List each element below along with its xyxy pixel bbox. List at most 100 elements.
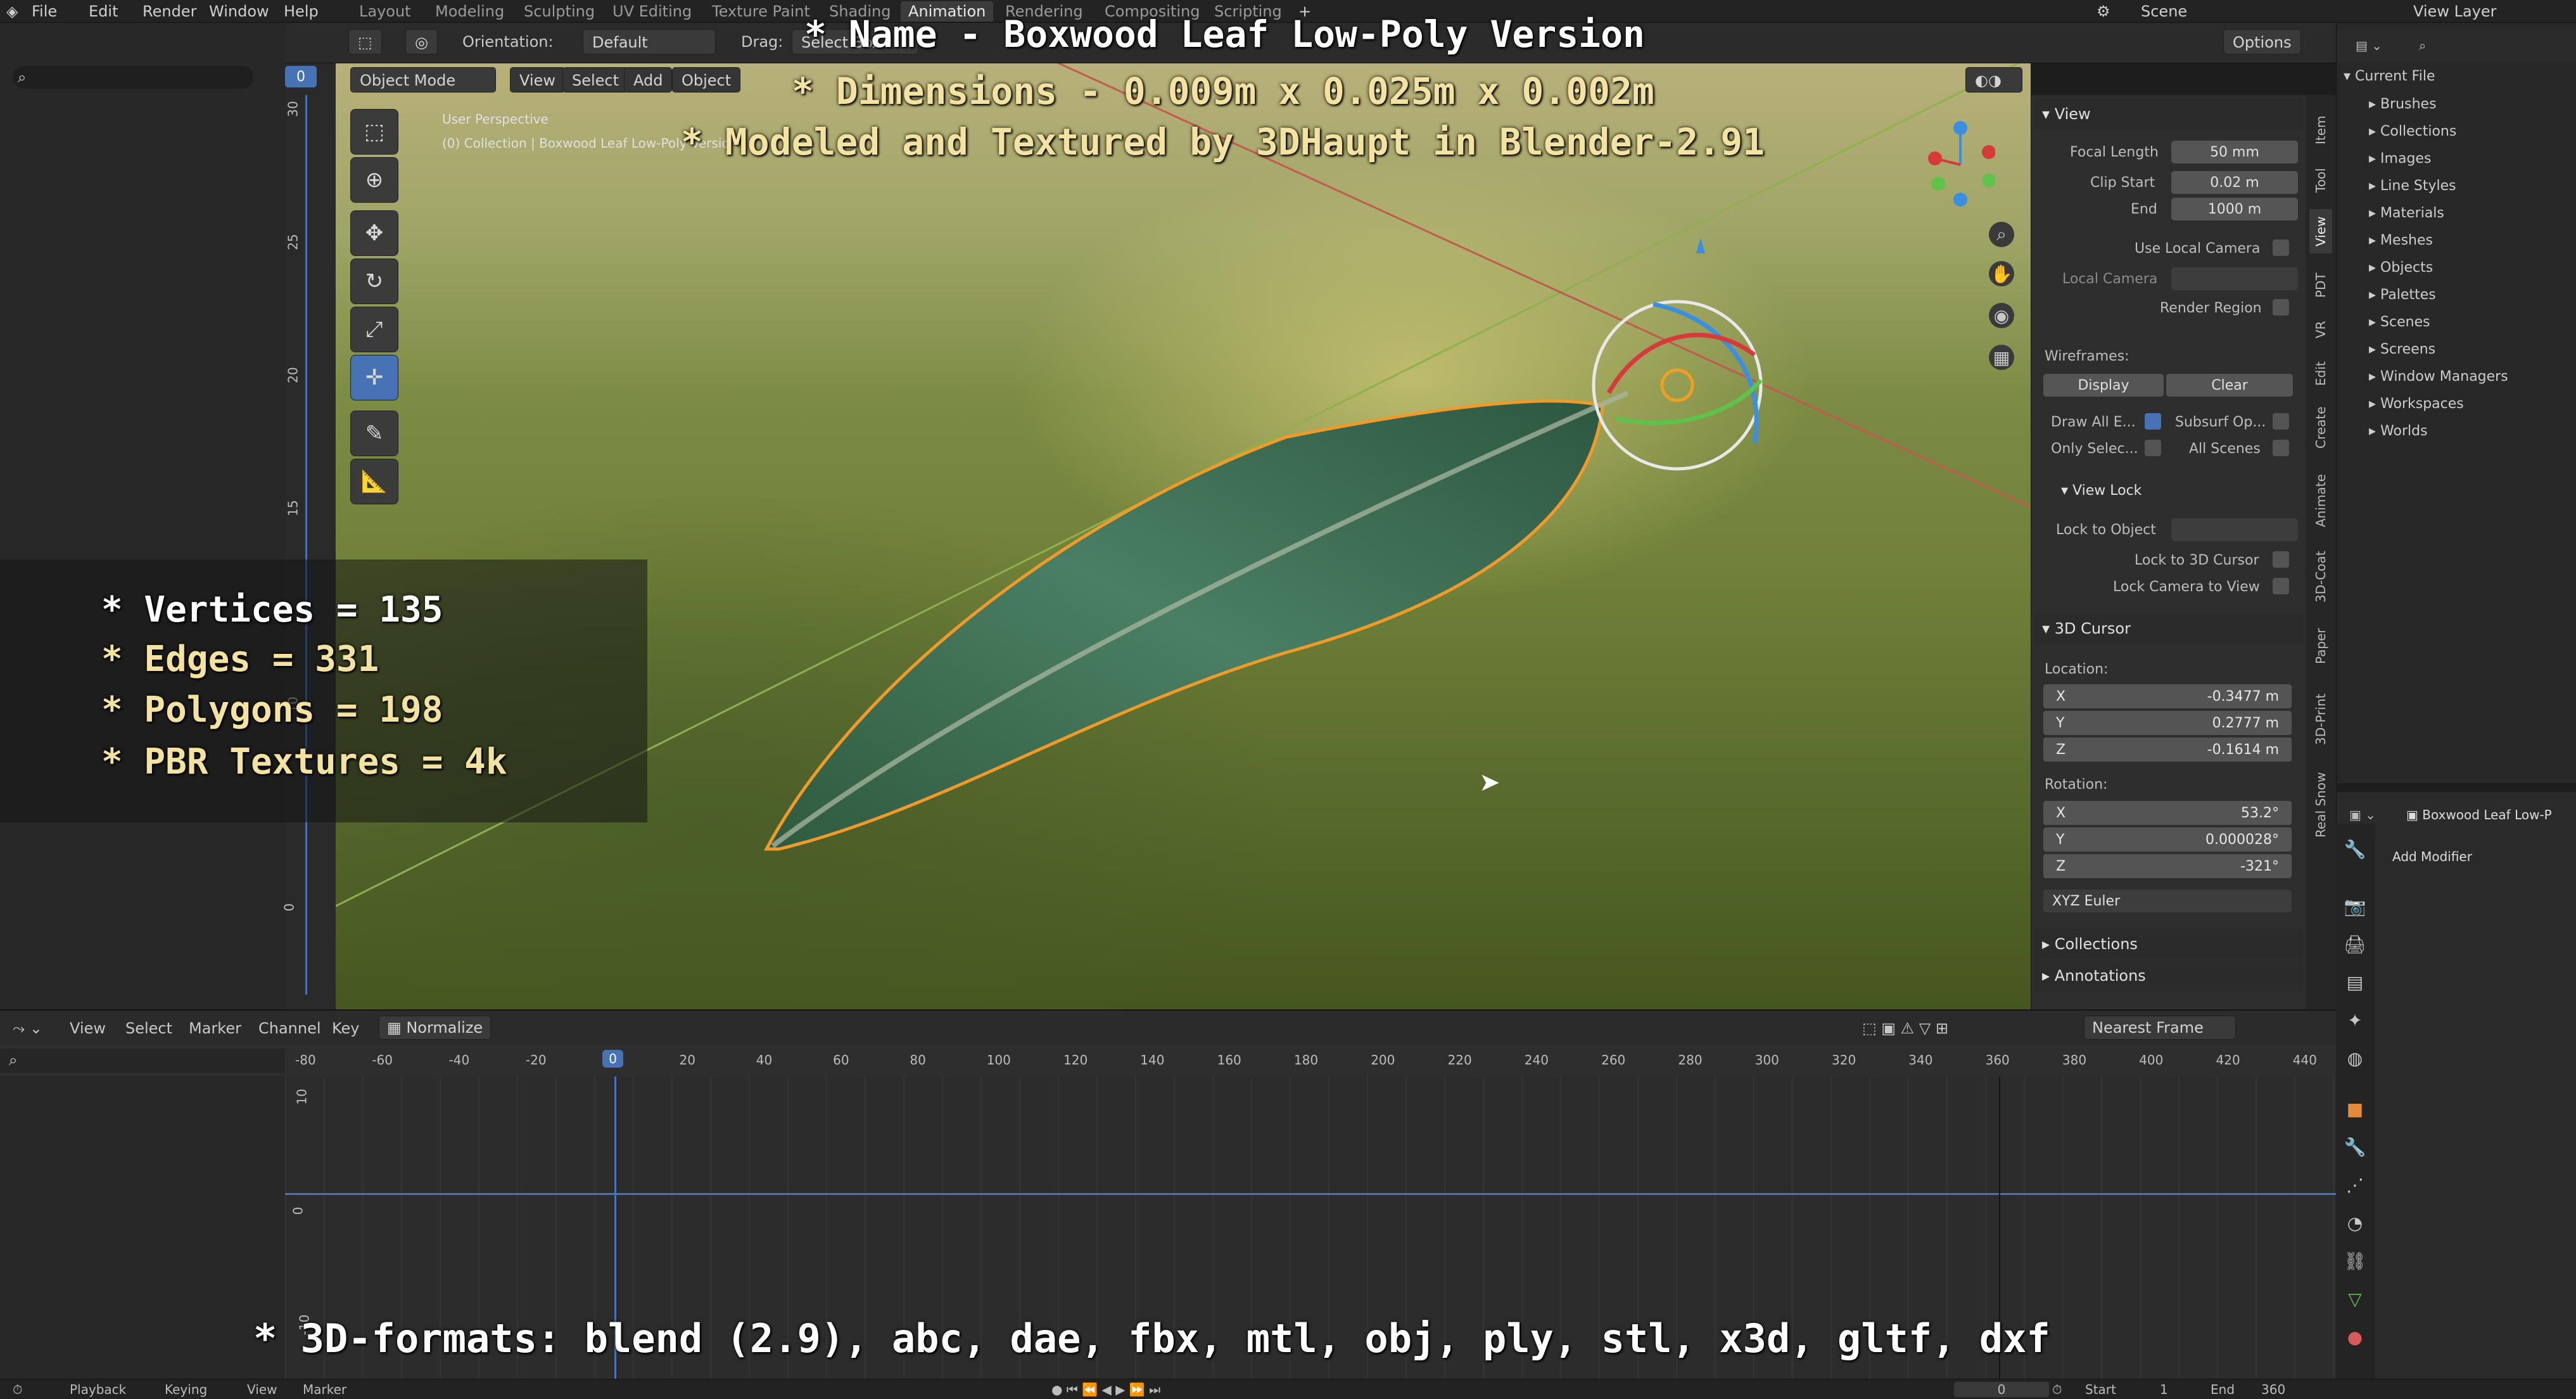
lock-camera-to-view-checkbox[interactable] [2273, 578, 2289, 594]
transform-pivot-icon[interactable]: ◎ [405, 29, 438, 54]
view-lock-subheader[interactable]: ▾ View Lock [2061, 483, 2141, 499]
cursor-rotation-z[interactable]: Z -321° [2043, 854, 2292, 878]
cursor-location-z[interactable]: Z -0.1614 m [2043, 738, 2292, 762]
scene-props-icon[interactable]: ✦ [2342, 1007, 2368, 1033]
focal-length-field[interactable]: 50 mm [2171, 141, 2298, 163]
tab-texture-paint[interactable]: Texture Paint [704, 1, 818, 22]
annotations-section-header[interactable]: ▸ Annotations [2033, 961, 2303, 991]
subsurf-checkbox[interactable] [2273, 413, 2289, 430]
object-mode-dropdown[interactable]: Object Mode [350, 67, 496, 93]
shading-mode-icons[interactable]: ◐◑ [1965, 67, 2022, 93]
3d-cursor-section-header[interactable]: ▾ 3D Cursor [2033, 613, 2303, 644]
outliner-root[interactable]: ▾ Current File [2344, 68, 2435, 84]
playback-menu[interactable]: Playback [70, 1382, 126, 1397]
tab-paper[interactable]: Paper [2309, 621, 2332, 672]
view-layer-name[interactable]: View Layer [2413, 3, 2497, 20]
use-local-camera-checkbox[interactable] [2273, 240, 2289, 256]
material-props-icon[interactable]: ● [2342, 1324, 2368, 1350]
timeline-menu-key[interactable]: Key [332, 1019, 360, 1037]
all-scenes-checkbox[interactable] [2273, 440, 2289, 456]
normalize-toggle[interactable]: ▦ Normalize [379, 1016, 492, 1040]
menu-edit[interactable]: Edit [89, 3, 118, 20]
clip-end-field[interactable]: 1000 m [2171, 198, 2298, 220]
tab-edit[interactable]: Edit [2309, 355, 2332, 393]
menu-view[interactable]: View [510, 67, 565, 93]
outliner-item-worlds[interactable]: ▸ Worlds [2369, 423, 2428, 439]
tab-pdt[interactable]: PDT [2309, 266, 2332, 304]
world-props-icon[interactable]: ◍ [2342, 1045, 2368, 1071]
camera-view-icon[interactable]: ◉ [1989, 303, 2014, 328]
outliner-item-window-managers[interactable]: ▸ Window Managers [2369, 369, 2508, 385]
display-button[interactable]: Display [2043, 374, 2164, 397]
lock-to-object-field[interactable] [2171, 518, 2298, 541]
filter-icons[interactable]: ⬚ ▣ ⚠ ▽ ⊞ [1862, 1019, 1948, 1037]
rotation-mode-dropdown[interactable]: XYZ Euler [2043, 890, 2292, 912]
clip-start-field[interactable]: 0.02 m [2171, 171, 2298, 194]
tab-vr[interactable]: VR [2309, 314, 2332, 345]
render-props-icon[interactable]: 📷 [2342, 893, 2368, 919]
transform-tool-icon[interactable]: ✛ [350, 355, 398, 400]
3d-viewport[interactable]: User Perspective (0) Collection | Boxwoo… [336, 63, 2031, 1009]
tab-create[interactable]: Create [2309, 399, 2332, 456]
start-field[interactable]: 1 [2160, 1382, 2168, 1397]
menu-add[interactable]: Add [624, 67, 673, 93]
editor-type-icon[interactable]: ▣ ⌄ [2349, 807, 2376, 822]
options-dropdown[interactable]: Options [2223, 29, 2301, 54]
tab-view[interactable]: View [2309, 209, 2332, 253]
outliner-item-collections[interactable]: ▸ Collections [2369, 124, 2456, 139]
outliner-item-workspaces[interactable]: ▸ Workspaces [2369, 396, 2464, 412]
outliner-item-meshes[interactable]: ▸ Meshes [2369, 233, 2433, 248]
timeline-menu-select[interactable]: Select [125, 1019, 172, 1037]
menu-select[interactable]: Select [562, 67, 629, 93]
particles-props-icon[interactable]: ⋰ [2342, 1172, 2368, 1198]
pan-hand-icon[interactable]: ✋ [1989, 261, 2014, 286]
outliner-item-palettes[interactable]: ▸ Palettes [2369, 287, 2436, 303]
current-frame-field[interactable]: 0 [1954, 1382, 2049, 1397]
menu-window[interactable]: Window [209, 3, 269, 20]
only-selected-checkbox[interactable] [2145, 440, 2161, 456]
cursor-location-y[interactable]: Y 0.2777 m [2043, 711, 2292, 735]
scene-icon[interactable]: ⚙ [2097, 3, 2110, 20]
tab-modeling[interactable]: Modeling [428, 1, 512, 22]
outliner-item-screens[interactable]: ▸ Screens [2369, 342, 2435, 357]
lock-to-cursor-checkbox[interactable] [2273, 551, 2289, 568]
tab-tool[interactable]: Tool [2309, 158, 2332, 203]
measure-tool-icon[interactable]: 📐 [350, 459, 398, 504]
local-camera-field[interactable] [2171, 267, 2298, 290]
tab-layout[interactable]: Layout [352, 1, 419, 22]
annotate-tool-icon[interactable]: ✎ [350, 411, 398, 456]
view-layer-props-icon[interactable]: ▤ [2342, 969, 2368, 995]
rotate-tool-icon[interactable]: ↻ [350, 259, 398, 304]
output-props-icon[interactable]: 🖨 [2342, 931, 2368, 957]
draw-all-edges-checkbox[interactable] [2145, 413, 2161, 430]
navigation-gizmo[interactable] [1926, 120, 1996, 209]
view-menu[interactable]: View [247, 1382, 277, 1397]
editor-type-icon[interactable]: ⏱ [13, 1382, 23, 1397]
outliner-item-line-styles[interactable]: ▸ Line Styles [2369, 178, 2456, 194]
editor-type-icon[interactable]: ⤳ ⌄ [13, 1019, 42, 1037]
timeline-menu-channel[interactable]: Channel [258, 1019, 321, 1037]
tab-3d-print[interactable]: 3D-Print [2309, 684, 2332, 754]
select-tool-icon[interactable]: ⬚ [350, 109, 398, 155]
zoom-icon[interactable]: ⌕ [1989, 222, 2014, 247]
constraints-props-icon[interactable]: ⛓ [2342, 1248, 2368, 1274]
end-field[interactable]: 360 [2261, 1382, 2285, 1397]
cursor-tool-icon[interactable]: ⊕ [350, 157, 398, 203]
marker-menu[interactable]: Marker [303, 1382, 346, 1397]
menu-help[interactable]: Help [284, 3, 319, 20]
add-modifier-button[interactable]: Add Modifier [2392, 849, 2472, 864]
left-search-field[interactable] [13, 66, 253, 89]
tab-sculpting[interactable]: Sculpting [516, 1, 602, 22]
snap-dropdown[interactable]: Nearest Frame [2084, 1016, 2236, 1040]
tab-3d-coat[interactable]: 3D-Coat [2309, 545, 2332, 608]
menu-object[interactable]: Object [672, 67, 741, 93]
timeline-menu-view[interactable]: View [70, 1019, 106, 1037]
physics-props-icon[interactable]: ◔ [2342, 1210, 2368, 1236]
modifier-props-icon[interactable]: 🔧 [2342, 1134, 2368, 1159]
ortho-grid-icon[interactable]: ▦ [1989, 345, 2014, 370]
scene-name[interactable]: Scene [2141, 3, 2187, 20]
blender-logo-icon[interactable]: ◈ [6, 3, 18, 20]
cursor-rotation-x[interactable]: X 53.2° [2043, 801, 2292, 825]
filter-icon[interactable]: ⌕ [2419, 38, 2426, 53]
outliner-item-brushes[interactable]: ▸ Brushes [2369, 96, 2437, 112]
